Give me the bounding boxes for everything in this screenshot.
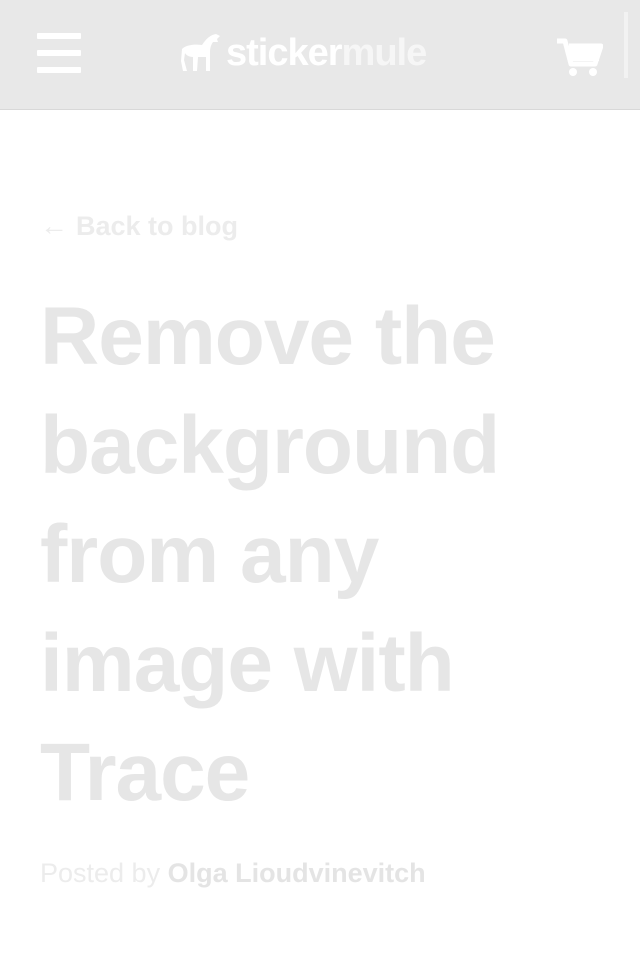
article-title: Remove the background from any image wit…	[40, 291, 500, 818]
byline-prefix: Posted by	[40, 858, 161, 888]
logo-text-sticker: sticker	[226, 32, 343, 74]
logo-text-mule: mule	[341, 32, 428, 74]
author-link[interactable]: Olga Lioudvinevitch	[168, 858, 426, 888]
shopping-cart-icon[interactable]	[557, 38, 604, 78]
article-body-preview	[40, 938, 600, 959]
header-edge-divider	[624, 12, 628, 78]
logo-wordmark: stickermule	[226, 32, 428, 74]
left-arrow-icon: ←	[40, 210, 68, 241]
article-body-cropped-line	[40, 938, 600, 959]
mule-logo-icon	[181, 34, 220, 71]
back-to-blog-link[interactable]: ← Back to blog	[40, 210, 238, 242]
site-header: stickermule	[0, 0, 640, 110]
article-byline: Posted by Olga Lioudvinevitch	[40, 858, 426, 889]
hamburger-menu-icon[interactable]	[37, 33, 81, 73]
back-to-blog-label: Back to blog	[76, 210, 239, 241]
sticker-mule-logo[interactable]: stickermule	[180, 30, 428, 76]
